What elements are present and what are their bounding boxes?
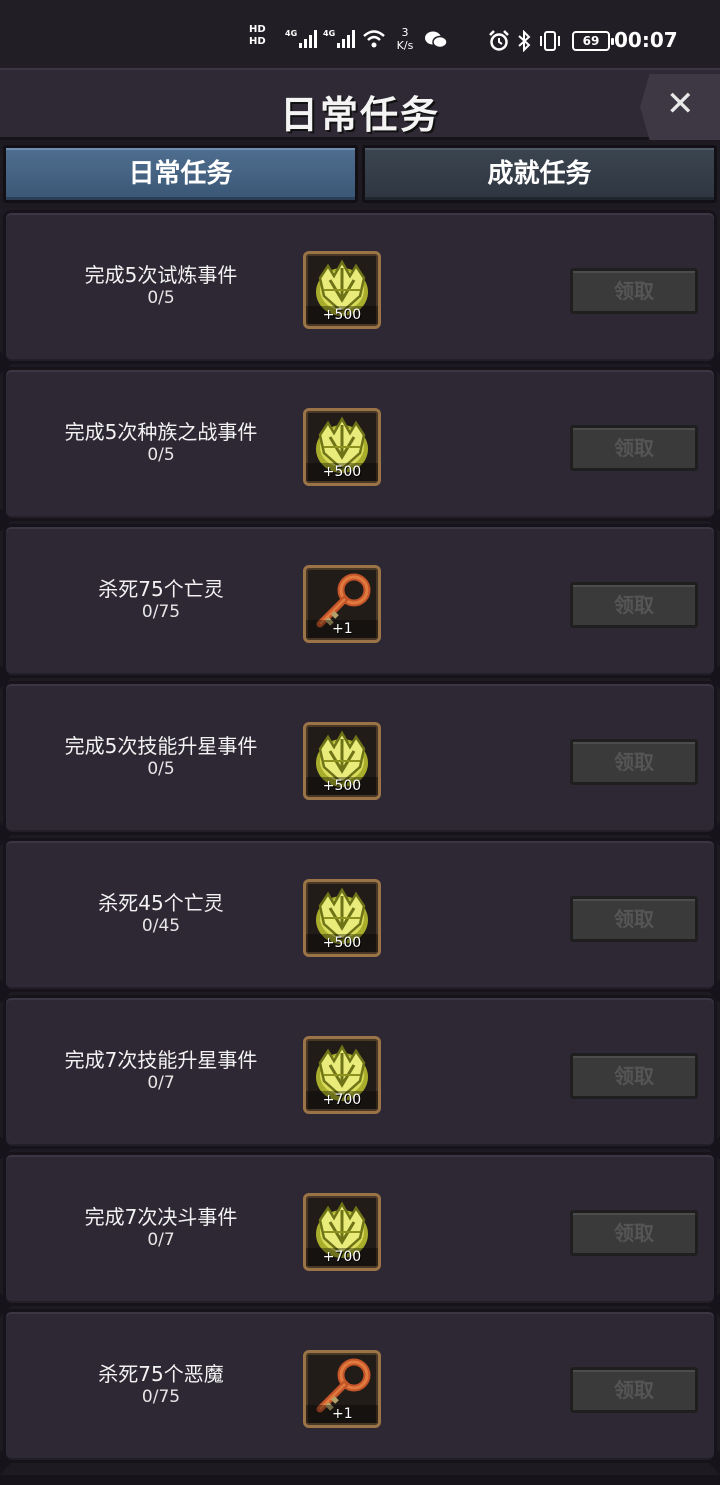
speed-unit: K/s xyxy=(396,39,414,52)
reward-quantity: +700 xyxy=(306,1248,378,1266)
quest-card: 杀死75个恶魔 0/75 +1 领取 xyxy=(0,1309,720,1474)
reward-item[interactable]: +1 xyxy=(303,1350,381,1428)
tab-daily-quests[interactable]: 日常任务 xyxy=(3,145,358,203)
svg-text:4G: 4G xyxy=(285,29,297,38)
vibrate-icon xyxy=(540,31,560,51)
bottom-border xyxy=(0,1475,720,1485)
reward-quantity: +1 xyxy=(306,620,378,638)
tab-bar: 日常任务 成就任务 xyxy=(0,143,720,207)
quest-card: 杀死45个亡灵 0/45 +500 领取 xyxy=(0,838,720,1003)
close-button[interactable]: ✕ xyxy=(640,74,720,140)
quest-card: 完成5次技能升星事件 0/5 +500 领取 xyxy=(0,681,720,846)
quest-card: 完成7次决斗事件 0/7 +700 领取 xyxy=(0,1152,720,1317)
status-bar: HD HD 4G 4G 3 K/s 69 00:07 xyxy=(0,0,720,68)
claim-button[interactable]: 领取 xyxy=(570,1210,698,1256)
wechat-icon xyxy=(425,31,448,49)
reward-item[interactable]: +500 xyxy=(303,879,381,957)
card-corner-decoration xyxy=(0,1450,12,1474)
quest-progress: 0/75 xyxy=(141,602,181,622)
reward-quantity: +500 xyxy=(306,306,378,324)
svg-text:4G: 4G xyxy=(323,29,335,38)
quest-progress: 0/5 xyxy=(147,445,175,465)
quest-card: 完成7次技能升星事件 0/7 +700 领取 xyxy=(0,995,720,1160)
alarm-icon xyxy=(489,30,509,51)
reward-quantity: +700 xyxy=(306,1091,378,1109)
quest-name: 完成5次种族之战事件 xyxy=(64,420,258,444)
quest-progress: 0/7 xyxy=(147,1230,175,1250)
quest-name: 杀死45个亡灵 xyxy=(98,891,224,915)
quest-progress: 0/45 xyxy=(141,916,181,936)
quest-name: 完成7次技能升星事件 xyxy=(64,1048,258,1072)
network-speed: 3 K/s xyxy=(392,26,418,52)
reward-item[interactable]: +500 xyxy=(303,408,381,486)
speed-value: 3 xyxy=(401,26,409,39)
page-title: 日常任务 xyxy=(279,93,440,137)
signal-icon: 4G xyxy=(285,29,317,48)
wifi-icon xyxy=(363,30,385,48)
quest-name: 杀死75个亡灵 xyxy=(98,577,224,601)
hd-label-2: HD xyxy=(249,36,266,47)
quest-name: 完成5次试炼事件 xyxy=(84,263,238,287)
reward-quantity: +500 xyxy=(306,934,378,952)
reward-item[interactable]: +500 xyxy=(303,722,381,800)
claim-button[interactable]: 领取 xyxy=(570,1053,698,1099)
claim-button[interactable]: 领取 xyxy=(570,739,698,785)
dialog-header: 日常任务 ✕ xyxy=(0,68,720,140)
reward-item[interactable]: +700 xyxy=(303,1193,381,1271)
bluetooth-icon xyxy=(518,30,531,52)
quest-progress: 0/5 xyxy=(147,759,175,779)
quest-card: 完成5次种族之战事件 0/5 +500 领取 xyxy=(0,367,720,532)
claim-button[interactable]: 领取 xyxy=(570,582,698,628)
close-icon: ✕ xyxy=(666,84,695,124)
claim-button[interactable]: 领取 xyxy=(570,1367,698,1413)
quest-progress: 0/5 xyxy=(147,288,175,308)
hd-indicator: HD HD xyxy=(249,24,266,48)
quest-name: 完成5次技能升星事件 xyxy=(64,734,258,758)
quest-card: 杀死75个亡灵 0/75 +1 领取 xyxy=(0,524,720,689)
reward-quantity: +500 xyxy=(306,463,378,481)
hd-label-1: HD xyxy=(249,24,266,35)
quest-card: 完成5次试炼事件 0/5 +500 领取 xyxy=(0,210,720,375)
reward-quantity: +1 xyxy=(306,1405,378,1423)
quest-progress: 0/7 xyxy=(147,1073,175,1093)
claim-button[interactable]: 领取 xyxy=(570,268,698,314)
battery-icon: 69 xyxy=(572,31,614,51)
reward-item[interactable]: +1 xyxy=(303,565,381,643)
signal-icon: 4G xyxy=(323,29,355,48)
claim-button[interactable]: 领取 xyxy=(570,896,698,942)
reward-item[interactable]: +700 xyxy=(303,1036,381,1114)
card-corner-decoration xyxy=(708,1450,720,1474)
claim-button[interactable]: 领取 xyxy=(570,425,698,471)
tab-achievement-quests[interactable]: 成就任务 xyxy=(362,145,717,203)
quest-name: 完成7次决斗事件 xyxy=(84,1205,238,1229)
reward-quantity: +500 xyxy=(306,777,378,795)
reward-item[interactable]: +500 xyxy=(303,251,381,329)
clock: 00:07 xyxy=(614,28,678,52)
quest-progress: 0/75 xyxy=(141,1387,181,1407)
quest-name: 杀死75个恶魔 xyxy=(98,1362,224,1386)
